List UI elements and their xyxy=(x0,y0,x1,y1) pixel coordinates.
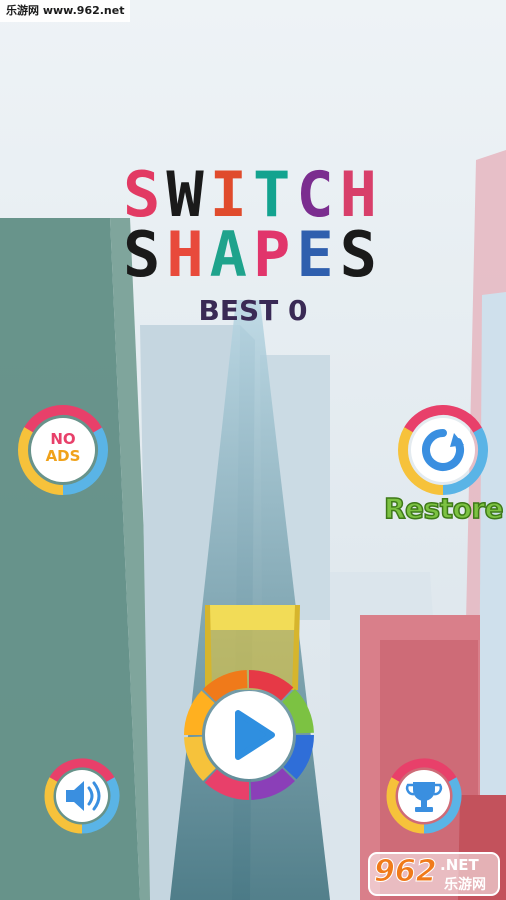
site-watermark: 乐游网 www.962.net xyxy=(0,0,131,22)
best-score: BEST 0 xyxy=(198,294,308,327)
title-letter: C xyxy=(296,158,340,231)
title-letter: E xyxy=(296,218,340,291)
site-logo: 962 .NET 乐游网 xyxy=(368,852,500,896)
no-ads-text: NO ADS xyxy=(45,430,81,465)
title-letter: W xyxy=(166,158,210,231)
game-title-line1: SWITCH xyxy=(0,164,506,226)
game-title-line2: SHAPES xyxy=(0,224,506,286)
restore-icon xyxy=(398,405,488,495)
sound-button[interactable] xyxy=(44,758,120,834)
title-letter: I xyxy=(209,158,253,231)
logo-main: 962 xyxy=(374,854,438,890)
play-button[interactable] xyxy=(182,668,316,802)
trophy-icon xyxy=(386,758,462,834)
logo-dotnet: .NET xyxy=(440,856,479,874)
title-letter: H xyxy=(166,218,210,291)
title-letter: H xyxy=(339,158,383,231)
leaderboard-button[interactable] xyxy=(386,758,462,834)
title-letter: S xyxy=(123,158,167,231)
restore-button[interactable] xyxy=(398,405,488,495)
logo-sub: 乐游网 xyxy=(444,877,486,893)
title-letter: A xyxy=(209,218,253,291)
title-letter: P xyxy=(253,218,297,291)
title-letter: S xyxy=(123,218,167,291)
no-ads-button[interactable]: NO ADS xyxy=(18,405,108,495)
restore-label[interactable]: Restore xyxy=(383,491,504,526)
title-letter: T xyxy=(253,158,297,231)
speaker-icon xyxy=(44,758,120,834)
title-letter: S xyxy=(339,218,383,291)
play-icon xyxy=(184,670,314,801)
